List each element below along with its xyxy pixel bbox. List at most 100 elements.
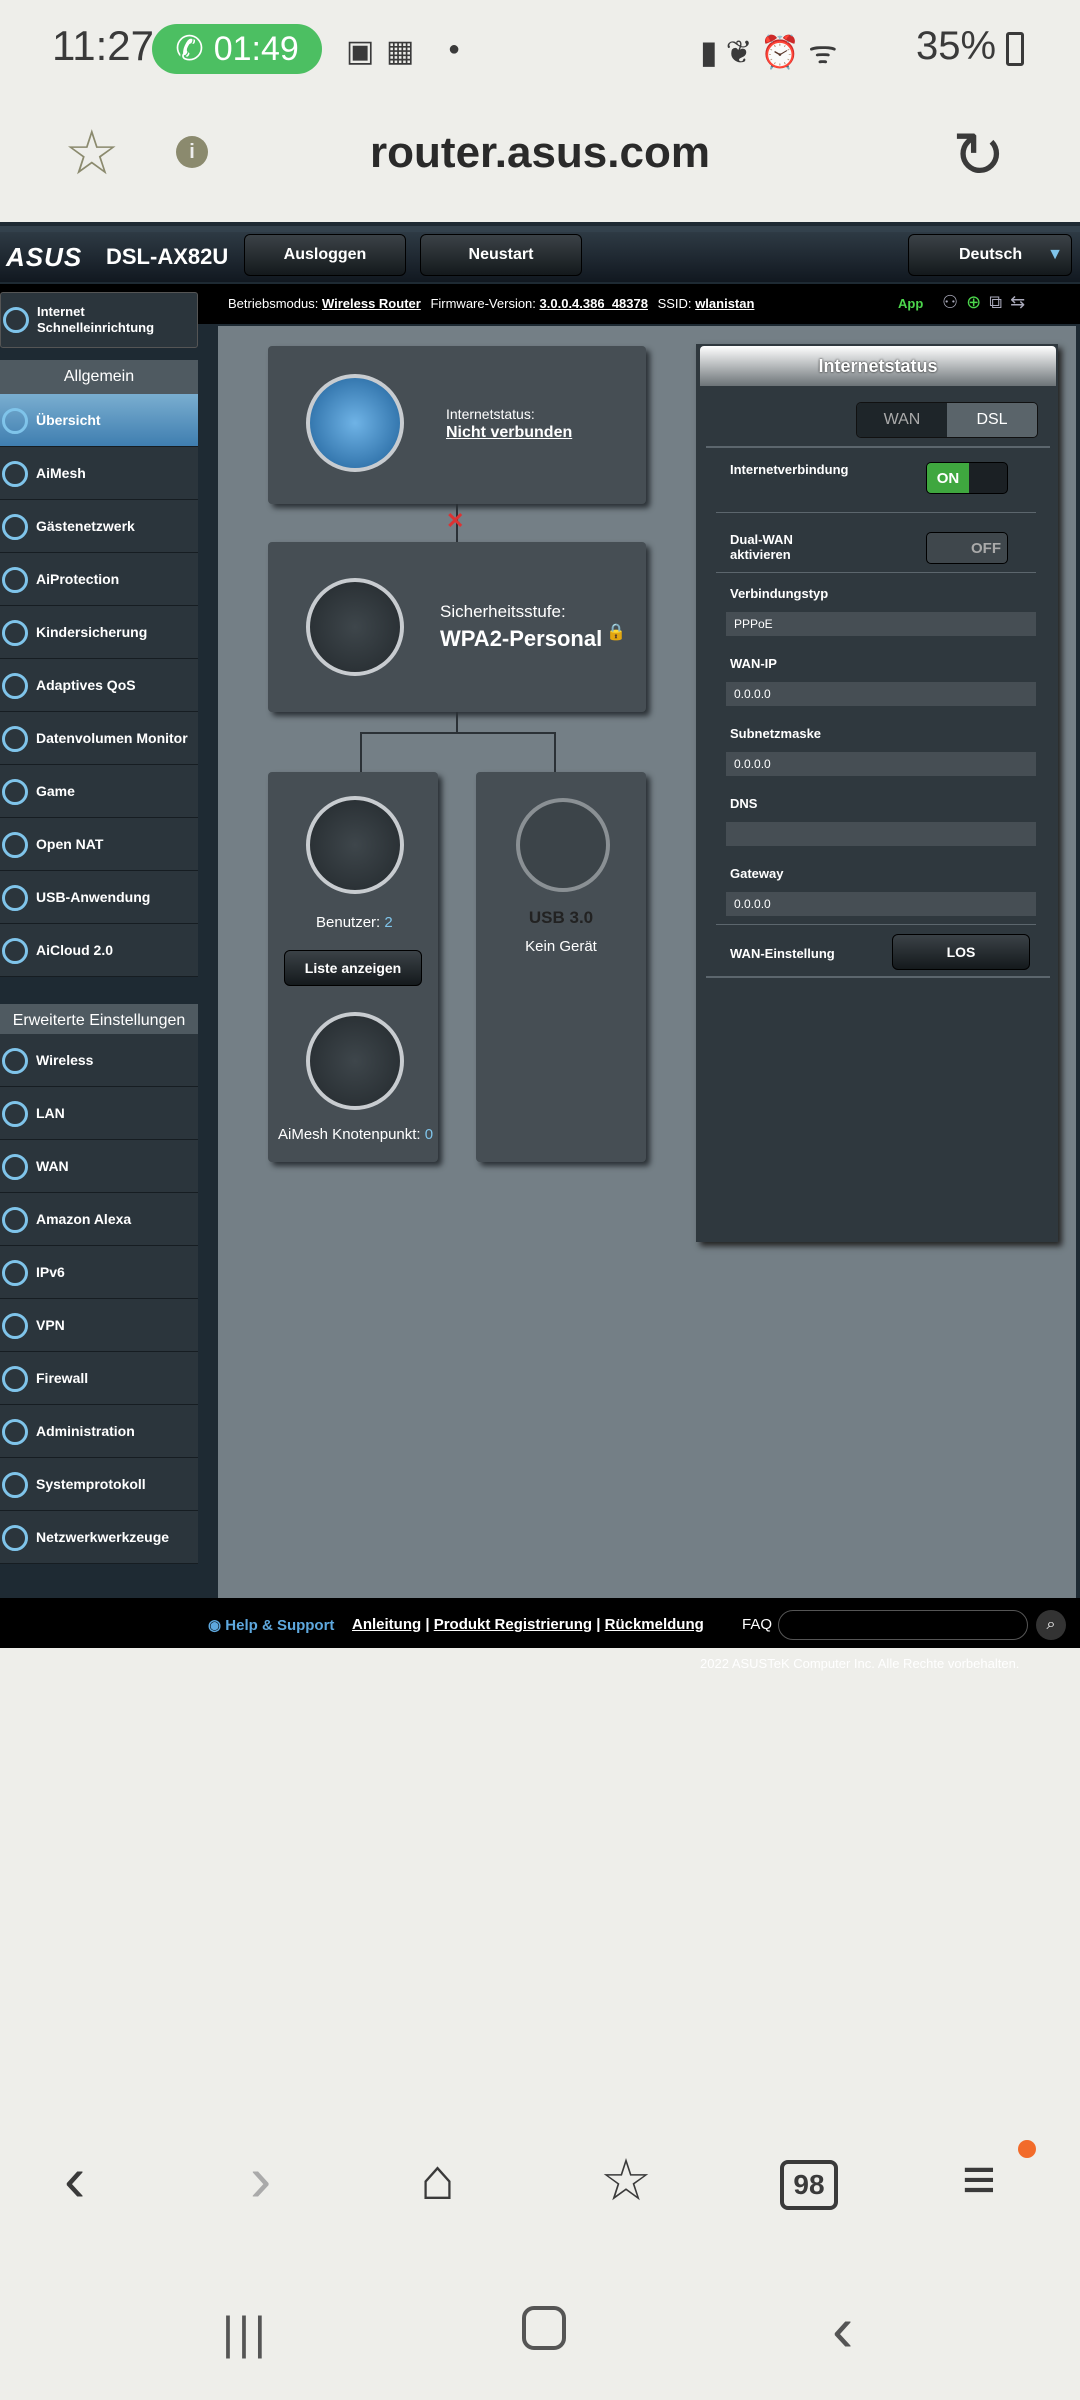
divider (716, 924, 1036, 925)
gateway-label: Gateway (730, 866, 784, 881)
tools-icon (2, 1525, 28, 1551)
reload-icon[interactable]: ↻ (952, 118, 1006, 193)
home-nav-icon[interactable] (522, 2306, 566, 2350)
dualwan-label-line1: Dual-WAN (730, 532, 793, 547)
call-chip[interactable]: ✆ 01:49 (152, 24, 322, 74)
wan-setting-button[interactable]: LOS (892, 934, 1030, 970)
faq-search-input[interactable] (778, 1610, 1028, 1640)
sidebar-item-wan[interactable]: WAN (0, 1140, 198, 1193)
sidebar-item-open-nat[interactable]: Open NAT (0, 818, 198, 871)
sidebar-item-vpn[interactable]: VPN (0, 1299, 198, 1352)
search-icon[interactable]: ⌕ (1036, 1610, 1066, 1640)
conn-type-label: Verbindungstyp (730, 586, 829, 601)
sidebar-item-label: Kindersicherung (36, 624, 148, 640)
language-label: Deutsch (959, 246, 1023, 263)
back-nav-icon[interactable]: ‹ (832, 2292, 853, 2366)
dualwan-label: Dual-WAN aktivieren (730, 532, 1074, 562)
ssid-link[interactable]: wlanistan (695, 296, 754, 311)
computer-icon[interactable] (306, 796, 404, 894)
sidebar-item-network-tools[interactable]: Netzwerkwerkzeuge (0, 1511, 198, 1564)
usb-value: Kein Gerät (525, 938, 597, 955)
sidebar-item-aiprotection[interactable]: AiProtection (0, 553, 198, 606)
aimesh-node-icon[interactable] (306, 1012, 404, 1110)
menu-icon[interactable]: ≡ (962, 2146, 996, 2213)
router-icon[interactable] (306, 578, 404, 676)
sidebar-item-aimesh[interactable]: AiMesh (0, 447, 198, 500)
manual-link[interactable]: Anleitung (352, 1616, 421, 1633)
sidebar-item-label: Übersicht (36, 412, 101, 428)
url-text[interactable]: router.asus.com (0, 128, 1080, 178)
feedback-link[interactable]: Rückmeldung (605, 1616, 704, 1633)
sidebar-item-label: Datenvolumen Monitor (36, 730, 188, 746)
connection-toggle[interactable]: ON (926, 462, 1008, 494)
globe-icon (2, 1154, 28, 1180)
sidebar-item-alexa[interactable]: Amazon Alexa (0, 1193, 198, 1246)
clients-label: Benutzer: 2 (316, 914, 393, 931)
restart-button[interactable]: Neustart (420, 234, 582, 276)
sidebar-item-syslog[interactable]: Systemprotokoll (0, 1458, 198, 1511)
subnet-value: 0.0.0.0 (726, 752, 1036, 776)
forward-icon[interactable]: › (250, 2142, 271, 2216)
system-icons: ▮❦⏰ᯤ (700, 34, 846, 70)
sidebar-item-usb[interactable]: USB-Anwendung (0, 871, 198, 924)
clients-count[interactable]: 2 (384, 914, 392, 931)
wan-ip-value: 0.0.0.0 (726, 682, 1036, 706)
wan-dsl-tabs: WAN DSL (856, 402, 1038, 438)
dualwan-label-line2: aktivieren (730, 547, 791, 562)
bookmarks-icon[interactable]: ☆ (600, 2146, 652, 2214)
sidebar-item-label: Systemprotokoll (36, 1476, 146, 1492)
copyright: 2022 ASUSTeK Computer Inc. Alle Rechte v… (700, 1656, 1020, 1671)
sidebar-item-lan[interactable]: LAN (0, 1087, 198, 1140)
internet-status-value[interactable]: Nicht verbunden (446, 424, 572, 442)
security-value: WPA2-Personal (440, 626, 603, 651)
sidebar-item-firewall[interactable]: Firewall (0, 1352, 198, 1405)
logout-button[interactable]: Ausloggen (244, 234, 406, 276)
sidebar-item-aicloud[interactable]: AiCloud 2.0 (0, 924, 198, 977)
tab-wan[interactable]: WAN (857, 403, 947, 437)
help-support[interactable]: ◉ Help & Support (208, 1616, 334, 1634)
sidebar-item-quick-setup[interactable]: Internet Schnelleinrichtung (0, 292, 198, 348)
connector-line (456, 712, 458, 732)
recents-icon[interactable]: ||| (222, 2306, 270, 2360)
show-list-button[interactable]: Liste anzeigen (284, 950, 422, 986)
home-icon[interactable]: ⌂ (420, 2146, 455, 2213)
aimesh-count[interactable]: 0 (425, 1126, 433, 1143)
sidebar-item-overview[interactable]: Übersicht (0, 394, 198, 447)
sidebar-item-label: Adaptives QoS (36, 677, 136, 693)
mode-label: Betriebsmodus: (228, 296, 319, 311)
sidebar-item-traffic-monitor[interactable]: Datenvolumen Monitor (0, 712, 198, 765)
footer-links: Anleitung | Produkt Registrierung | Rück… (352, 1616, 704, 1633)
call-duration: 01:49 (213, 29, 299, 68)
notification-dot (1018, 2140, 1036, 2158)
sidebar-item-ipv6[interactable]: IPv6 (0, 1246, 198, 1299)
fw-link[interactable]: 3.0.0.4.386_48378 (540, 296, 648, 311)
status-icons[interactable]: ⚇⊕⧉⇆ (942, 292, 1033, 313)
sidebar-item-game[interactable]: Game (0, 765, 198, 818)
sidebar-item-label: USB-Anwendung (36, 889, 151, 905)
register-link[interactable]: Produkt Registrierung (434, 1616, 592, 1633)
app-link[interactable]: App (898, 296, 923, 311)
phone-icon: ✆ (175, 30, 204, 68)
speedometer-icon (2, 673, 28, 699)
sidebar-item-administration[interactable]: Administration (0, 1405, 198, 1458)
language-select[interactable]: Deutsch ▼ (908, 234, 1072, 276)
gamepad-icon (2, 779, 28, 805)
globe-icon (2, 408, 28, 434)
sidebar-item-label: LAN (36, 1105, 65, 1121)
sidebar-item-wireless[interactable]: Wireless (0, 1034, 198, 1087)
quick-setup-icon (3, 307, 29, 333)
tab-dsl[interactable]: DSL (947, 403, 1037, 437)
globe-icon[interactable] (306, 374, 404, 472)
faq-label: FAQ (742, 1616, 773, 1633)
dualwan-toggle[interactable]: OFF (926, 532, 1008, 564)
sidebar-item-guest-network[interactable]: Gästenetzwerk (0, 500, 198, 553)
connector-line (554, 732, 556, 772)
fw-label: Firmware-Version: (430, 296, 536, 311)
sidebar-item-parental-control[interactable]: Kindersicherung (0, 606, 198, 659)
back-icon[interactable]: ‹ (64, 2142, 85, 2216)
cloud-icon (2, 938, 28, 964)
usb-icon[interactable] (516, 798, 610, 892)
mode-link[interactable]: Wireless Router (322, 296, 421, 311)
tabs-button[interactable]: 98 (780, 2160, 838, 2210)
sidebar-item-qos[interactable]: Adaptives QoS (0, 659, 198, 712)
